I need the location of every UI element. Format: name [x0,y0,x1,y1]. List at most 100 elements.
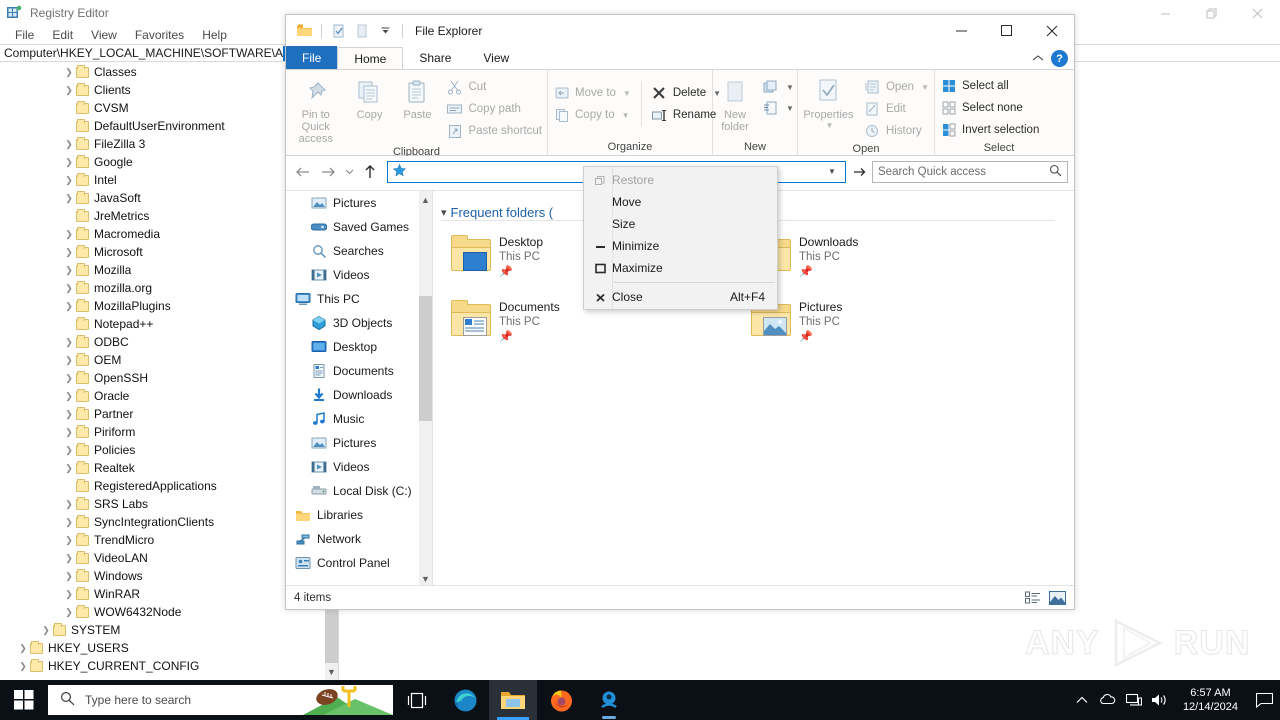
help-icon[interactable]: ? [1051,50,1068,67]
properties-icon[interactable] [329,21,349,41]
properties-button[interactable]: Properties ▼ [798,75,859,130]
nav-item-control-panel[interactable]: Control Panel [286,551,432,575]
nav-item-searches[interactable]: Searches [286,239,432,263]
menu-favorites[interactable]: Favorites [126,26,193,44]
paste-button[interactable]: Paste [393,75,441,121]
expand-chevron-icon[interactable]: ❯ [62,247,76,258]
windows-start-icon[interactable] [0,680,48,720]
nav-item-videos[interactable]: Videos [286,455,432,479]
folder-icon[interactable] [294,21,314,41]
copy-to-chevron-icon[interactable]: ▼ [622,111,630,120]
large-icons-view-icon[interactable] [1048,590,1066,606]
forward-arrow-icon[interactable] [317,161,339,183]
registry-editor-minimize-button[interactable] [1142,0,1188,26]
copy-button[interactable]: Copy [345,75,393,121]
window-system-menu[interactable]: Restore Move Size Minimize Maximize Clos… [583,166,778,310]
customize-qat-chevron-icon[interactable] [375,21,395,41]
nav-item-desktop[interactable]: Desktop [286,335,432,359]
expand-chevron-icon[interactable]: ❯ [62,67,76,78]
search-input[interactable]: Search Quick access [872,160,1068,183]
expand-chevron-icon[interactable]: ❯ [62,139,76,150]
nav-item-network[interactable]: Network [286,527,432,551]
easy-access-button[interactable]: ▼ [757,98,799,119]
expand-chevron-icon[interactable]: ❯ [62,427,76,438]
address-dropdown-chevron-icon[interactable]: ▼ [823,162,841,182]
details-view-icon[interactable] [1024,590,1042,606]
paste-shortcut-button[interactable]: Paste shortcut [441,120,547,142]
expand-chevron-icon[interactable]: ❯ [16,661,30,672]
tab-share[interactable]: Share [403,46,467,69]
expand-chevron-icon[interactable]: ❯ [62,175,76,186]
registry-editor-restore-button[interactable] [1188,0,1234,26]
select-all-button[interactable]: Select all [935,75,1044,97]
invert-selection-button[interactable]: Invert selection [935,119,1044,141]
copy-to-button[interactable]: Copy to ▼ [548,104,636,126]
tab-home[interactable]: Home [337,47,404,70]
expand-chevron-icon[interactable]: ❯ [62,553,76,564]
expand-chevron-icon[interactable]: ❯ [62,193,76,204]
taskbar-app-file-explorer[interactable] [489,680,537,720]
expand-chevron-icon[interactable]: ❯ [39,625,53,636]
new-folder-icon[interactable] [352,21,372,41]
registry-tree-scrollbar-thumb[interactable] [325,608,338,663]
taskbar-search-input[interactable]: Type here to search [48,685,393,715]
expand-chevron-icon[interactable]: ❯ [62,517,76,528]
nav-item-downloads[interactable]: Downloads [286,383,432,407]
collapse-ribbon-icon[interactable] [1032,52,1044,66]
copy-path-button[interactable]: Copy path [441,98,547,120]
nav-item-music[interactable]: Music [286,407,432,431]
tab-file[interactable]: File [286,46,338,69]
menu-item-maximize[interactable]: Maximize [584,257,777,279]
tab-view[interactable]: View [467,46,525,69]
nav-item-pictures[interactable]: Pictures [286,191,432,215]
nav-scroll-up-icon[interactable]: ▲ [419,191,432,208]
expand-chevron-icon[interactable]: ❯ [62,229,76,240]
task-view-icon[interactable] [393,680,441,720]
refresh-icon[interactable] [849,161,869,183]
file-explorer-close-button[interactable] [1029,15,1074,46]
navigation-pane[interactable]: Pictures Saved Games Searches Videos This PC… [286,191,432,587]
expand-chevron-icon[interactable]: ❯ [62,499,76,510]
network-icon[interactable] [1121,680,1147,720]
back-arrow-icon[interactable] [292,161,314,183]
expand-chevron-icon[interactable]: ❯ [16,643,30,654]
up-arrow-icon[interactable] [359,161,381,183]
menu-view[interactable]: View [82,26,126,44]
menu-item-move[interactable]: Move [584,191,777,213]
menu-file[interactable]: File [6,26,43,44]
search-icon[interactable] [1049,164,1062,180]
expand-chevron-icon[interactable]: ❯ [62,391,76,402]
open-chevron-icon[interactable]: ▼ [921,83,929,92]
expand-chevron-icon[interactable]: ❯ [62,283,76,294]
menu-item-restore[interactable]: Restore [584,169,777,191]
expand-chevron-icon[interactable]: ❯ [62,301,76,312]
recent-locations-chevron-icon[interactable] [342,161,356,183]
nav-item-saved-games[interactable]: Saved Games [286,215,432,239]
expand-chevron-icon[interactable]: ❯ [62,157,76,168]
new-folder-button[interactable]: New folder [713,75,757,133]
menu-item-size[interactable]: Size [584,213,777,235]
registry-tree-item[interactable]: ❯ HKEY_CURRENT_CONFIG [0,657,338,675]
easy-access-chevron-icon[interactable]: ▼ [786,104,794,113]
nav-item-this-pc[interactable]: This PC [286,287,432,311]
action-center-icon[interactable] [1248,680,1280,720]
expand-chevron-icon[interactable]: ❯ [62,607,76,618]
taskbar-app-microsoft-edge[interactable] [441,680,489,720]
tile-downloads[interactable]: Downloads This PC 📌 [743,231,1033,291]
nav-item-local-disk-c[interactable]: Local Disk (C:) [286,479,432,503]
taskbar-app-mozilla-firefox[interactable] [537,680,585,720]
menu-help[interactable]: Help [193,26,236,44]
nav-item-3d-objects[interactable]: 3D Objects [286,311,432,335]
cut-button[interactable]: Cut [441,76,547,98]
nav-item-documents[interactable]: Documents [286,359,432,383]
onedrive-icon[interactable] [1095,680,1121,720]
expand-chevron-icon[interactable]: ❯ [62,589,76,600]
expand-chevron-icon[interactable]: ❯ [62,337,76,348]
expand-chevron-icon[interactable]: ❯ [62,535,76,546]
expand-chevron-icon[interactable]: ❯ [62,571,76,582]
nav-item-pictures[interactable]: Pictures [286,431,432,455]
pin-to-quick-access-button[interactable]: Pin to Quick access [286,75,345,145]
expand-chevron-icon[interactable]: ❯ [62,355,76,366]
new-item-button[interactable]: ▼ [757,77,799,98]
properties-chevron-icon[interactable]: ▼ [826,121,834,130]
